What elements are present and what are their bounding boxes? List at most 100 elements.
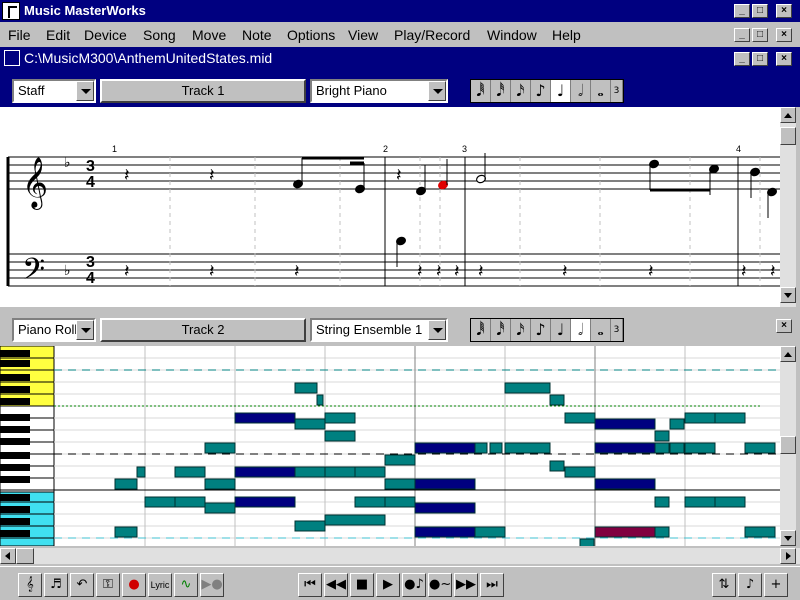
play-button[interactable]: ▶ [376,573,400,597]
piano-roll-note[interactable] [414,526,476,538]
scroll-down-icon[interactable] [780,530,796,546]
piano-roll-note[interactable] [684,442,716,454]
scroll-down-icon[interactable] [780,287,796,303]
track1-instrument-select[interactable]: Bright Piano [310,79,448,103]
piano-black-key[interactable] [0,386,30,393]
piano-black-key[interactable] [0,426,30,433]
doc-close-button[interactable]: × [776,28,792,42]
menu-file[interactable]: File [8,27,31,43]
track1-button[interactable]: Track 1 [100,79,306,103]
piano-roll-note[interactable] [234,496,296,508]
menu-device[interactable]: Device [84,27,127,43]
scroll-thumb[interactable] [16,548,34,564]
piano-roll-note[interactable] [549,394,565,406]
piano-roll-note[interactable] [414,442,476,454]
piano-roll-note[interactable] [669,442,685,454]
piano-roll-note[interactable] [294,466,326,478]
piano-roll-note[interactable] [489,442,503,454]
piano-roll-note[interactable] [504,442,551,454]
piano-roll-note[interactable] [654,526,670,538]
fast-forward-button[interactable]: ▶▶ [454,573,478,597]
piano-roll-note[interactable] [144,496,176,508]
piano-roll-note[interactable] [114,478,138,490]
piano-roll-note[interactable] [654,430,670,442]
piano-black-key[interactable] [0,350,30,357]
note-duration-button[interactable]: ♩ [551,319,571,341]
note-duration-button[interactable]: 𝅘𝅥𝅯 [511,319,531,341]
note-duration-button[interactable]: 𝅝 [591,80,611,102]
chevron-down-icon[interactable] [428,320,446,340]
piano-roll-note[interactable] [579,538,595,550]
menu-note[interactable]: Note [242,27,272,43]
piano-roll-note[interactable] [204,502,236,514]
note-duration-button[interactable]: 𝅘𝅥𝅰 [491,319,511,341]
document-icon[interactable] [4,50,20,66]
piano-roll-note[interactable] [594,418,656,430]
note-duration-button[interactable]: 𝅗𝅥 [571,319,591,341]
step-record-button[interactable]: ●♪ [402,573,426,597]
piano-roll-note[interactable] [684,496,716,508]
add-icon[interactable]: + [764,573,788,597]
piano-roll-note[interactable] [324,466,356,478]
chevron-down-icon[interactable] [428,81,446,101]
piano-roll-note[interactable] [174,466,206,478]
staff-vertical-scrollbar[interactable] [780,107,796,307]
piano-roll-note[interactable] [594,478,656,490]
piano-roll-note[interactable] [414,478,476,490]
piano-roll-note[interactable] [294,520,326,532]
minimize-button[interactable]: _ [734,4,750,18]
note-duration-button[interactable]: ♪ [531,80,551,102]
piano-roll-note[interactable] [324,430,356,442]
piano-roll-note[interactable] [384,478,416,490]
note-duration-button[interactable]: 3 [611,319,623,341]
note-duration-button[interactable]: 𝅝 [591,319,611,341]
piano-black-key[interactable] [0,398,30,405]
note-duration-button[interactable]: ♪ [531,319,551,341]
piano-black-key[interactable] [0,476,30,483]
piano-roll-note[interactable] [504,382,551,394]
piano-roll-note[interactable] [384,496,416,508]
music-app-icon[interactable] [2,2,20,20]
wave-icon[interactable]: ∿ [174,573,198,597]
scroll-left-icon[interactable] [0,548,16,564]
menu-options[interactable]: Options [287,27,335,43]
piano-roll-note[interactable] [384,454,416,466]
piano-roll-note[interactable] [204,442,236,454]
track1-view-select[interactable]: Staff [12,79,96,103]
record-icon[interactable]: ● [122,573,146,597]
note-duration-button[interactable]: 𝅘𝅥𝅱 [471,319,491,341]
piano-roll-note[interactable] [316,394,324,406]
doc-restore-button[interactable]: □ [752,28,768,42]
piano-black-key[interactable] [0,414,30,421]
piano-roll-note[interactable] [594,442,656,454]
rewind-button[interactable]: ◀◀ [324,573,348,597]
chevron-down-icon[interactable] [76,81,94,101]
piano-roll-vertical-scrollbar[interactable] [780,346,796,546]
note-duration-button[interactable]: 𝅘𝅥𝅯 [511,80,531,102]
piano-roll-note[interactable] [324,514,386,526]
note-icon[interactable]: ♪ [738,573,762,597]
piano-roll-note[interactable] [174,496,206,508]
piano-roll-note[interactable] [669,418,685,430]
close-button[interactable]: × [776,4,792,18]
piano-roll-note[interactable] [294,418,326,430]
piano-roll-note[interactable] [294,382,318,394]
track2-view-select[interactable]: Piano Roll [12,318,96,342]
lyric-button[interactable]: Lyric [148,573,172,597]
doc-window-restore-button[interactable]: □ [752,52,768,66]
restore-button[interactable]: □ [752,4,768,18]
transpose-icon[interactable]: ⇅ [712,573,736,597]
piano-roll-note[interactable] [136,466,146,478]
piano-roll-note[interactable] [324,412,356,424]
note-duration-button[interactable]: 3 [611,80,623,102]
note-duration-button[interactable]: 𝅗𝅥 [571,80,591,102]
piano-roll-note[interactable] [414,502,476,514]
note-duration-button[interactable]: 𝅘𝅥𝅱 [471,80,491,102]
scroll-up-icon[interactable] [780,107,796,123]
piano-roll-note[interactable] [549,460,565,472]
piano-roll-note[interactable] [474,526,506,538]
note-duration-button[interactable]: 𝅘𝅥𝅰 [491,80,511,102]
piano-black-key[interactable] [0,452,30,459]
piano-icon[interactable]: 𝄞 [18,573,42,597]
menu-window[interactable]: Window [487,27,537,43]
